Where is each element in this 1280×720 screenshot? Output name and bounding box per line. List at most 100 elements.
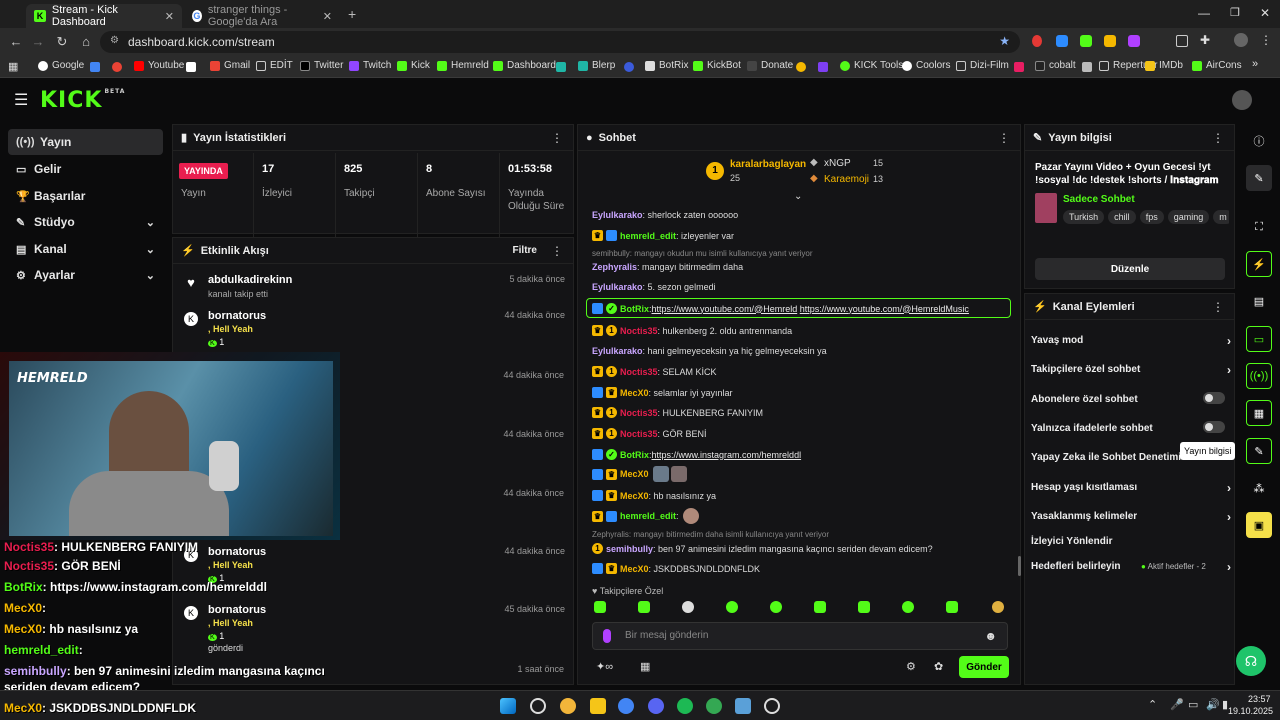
- clipboard-icon[interactable]: ▤: [1246, 288, 1272, 314]
- chat-link[interactable]: https://www.instagram.com/hemrelddl: [652, 450, 802, 460]
- sidebar-item-studyo[interactable]: ✎ Stüdyo ⌄: [8, 209, 163, 235]
- shop-icon[interactable]: ▦: [640, 660, 650, 673]
- menu-hamburger-icon[interactable]: ☰: [14, 90, 28, 110]
- discord-icon[interactable]: [648, 698, 664, 714]
- emote-icon[interactable]: [902, 601, 914, 613]
- windows-start-icon[interactable]: [500, 698, 516, 714]
- emote-icon[interactable]: [594, 601, 606, 613]
- bookmark-kick-tools[interactable]: KICK Tools: [840, 60, 903, 71]
- clip-icon[interactable]: ▣: [1246, 512, 1272, 538]
- extension-icon[interactable]: [1032, 35, 1042, 47]
- search-icon[interactable]: [530, 698, 546, 714]
- kick-logo[interactable]: KICK BETA: [40, 88, 125, 113]
- chat-tools-icon[interactable]: ✦∞: [596, 660, 613, 673]
- clock-date[interactable]: 19.10.2025: [1228, 706, 1273, 716]
- back-icon[interactable]: ←: [8, 34, 24, 50]
- wrench-tool-icon[interactable]: ✎: [1246, 438, 1272, 464]
- bookmark-icon[interactable]: [90, 62, 100, 72]
- kebab-menu-icon[interactable]: ⋮: [998, 131, 1010, 145]
- bookmark-icon[interactable]: [796, 62, 806, 72]
- bookmark-icon[interactable]: [186, 62, 196, 72]
- emote-icon[interactable]: [858, 601, 870, 613]
- bookmark-star-icon[interactable]: ★: [999, 34, 1010, 48]
- action-raid[interactable]: İzleyici Yönlendir: [1031, 536, 1231, 547]
- chat-link[interactable]: https://www.youtube.com/@HemreldMusic: [800, 304, 969, 314]
- close-tab-icon[interactable]: ✕: [323, 10, 332, 23]
- bookmark-icon[interactable]: [624, 62, 634, 72]
- spotify-icon[interactable]: [677, 698, 693, 714]
- apps-grid-icon[interactable]: ▦: [8, 60, 18, 73]
- info-icon[interactable]: ⓘ: [1246, 128, 1272, 154]
- support-chat-icon[interactable]: ☊: [1236, 646, 1266, 676]
- bookmark-icon[interactable]: [818, 62, 828, 72]
- kebab-menu-icon[interactable]: ⋮: [1212, 131, 1224, 145]
- action-banned-words[interactable]: Yasaklanmış kelimeler ›: [1031, 510, 1231, 524]
- chrome-icon[interactable]: [618, 698, 634, 714]
- bookmark-coolors[interactable]: Coolors: [902, 60, 950, 71]
- action-account-age[interactable]: Hesap yaşı kısıtlaması ›: [1031, 481, 1231, 495]
- bookmark-imdb[interactable]: IMDb: [1145, 60, 1183, 71]
- bookmark-botrix[interactable]: BotRix: [645, 60, 688, 71]
- emote-icon[interactable]: [946, 601, 958, 613]
- close-window-icon[interactable]: ✕: [1260, 6, 1270, 20]
- bookmark-kick[interactable]: Kick: [397, 60, 430, 71]
- action-followers-only[interactable]: Takipçilere özel sohbet ›: [1031, 363, 1231, 377]
- bookmark-dashboard[interactable]: Dashboard: [493, 60, 556, 71]
- filter-button[interactable]: Filtre: [513, 245, 537, 256]
- tag[interactable]: m: [1213, 210, 1229, 224]
- expand-icon[interactable]: ⌄: [794, 191, 802, 202]
- mic-tray-icon[interactable]: 🎤: [1170, 698, 1184, 711]
- kebab-menu-icon[interactable]: ⋮: [551, 244, 563, 258]
- site-info-icon[interactable]: ⚙: [110, 35, 119, 46]
- tag[interactable]: fps: [1139, 210, 1164, 224]
- bolt-tool-icon[interactable]: ⚡: [1246, 251, 1272, 277]
- tab-google-search[interactable]: G stranger things - Google'da Ara ✕: [184, 4, 340, 28]
- volume-icon[interactable]: 🔊: [1206, 698, 1220, 711]
- action-slow-mode[interactable]: Yavaş mod ›: [1031, 334, 1231, 348]
- chat-link[interactable]: https://www.youtube.com/@Hemreld: [652, 304, 798, 314]
- forward-icon[interactable]: →: [30, 34, 46, 50]
- bookmark-icon[interactable]: [556, 62, 566, 72]
- browser-menu-icon[interactable]: ⋮: [1260, 33, 1272, 47]
- emote-icon[interactable]: [770, 601, 782, 613]
- mic-icon[interactable]: [603, 629, 611, 643]
- bookmark-gmail[interactable]: Gmail: [210, 60, 250, 71]
- extension-icon[interactable]: [1104, 35, 1116, 47]
- network-icon[interactable]: ▭: [1188, 698, 1198, 711]
- share-icon[interactable]: ⁂: [1246, 475, 1272, 501]
- send-button[interactable]: Gönder: [959, 656, 1009, 678]
- layout-tool-icon[interactable]: ▦: [1246, 400, 1272, 426]
- bookmark-kickbot[interactable]: KickBot: [693, 60, 741, 71]
- bookmark-donate[interactable]: Donate: [747, 60, 793, 71]
- emote-icon[interactable]: [638, 601, 650, 613]
- bookmark-youtube[interactable]: Youtube: [134, 60, 184, 71]
- more-bookmarks-icon[interactable]: »: [1252, 58, 1258, 70]
- emote-icon[interactable]: [992, 601, 1004, 613]
- bookmark-icon[interactable]: [112, 62, 122, 72]
- bookmark-dizi-film[interactable]: Dizi-Film: [956, 60, 1009, 71]
- close-tab-icon[interactable]: ✕: [165, 10, 174, 23]
- sidebar-item-gelir[interactable]: ▭ Gelir: [8, 156, 163, 182]
- tag[interactable]: chill: [1108, 210, 1136, 224]
- chrome-icon[interactable]: [706, 698, 722, 714]
- profile-avatar-icon[interactable]: [1234, 33, 1248, 47]
- toggle-switch[interactable]: [1203, 392, 1225, 404]
- bookmark-icon[interactable]: [1082, 62, 1092, 72]
- tab-kick-dashboard[interactable]: K Stream - Kick Dashboard ✕: [26, 4, 182, 28]
- maximize-icon[interactable]: ❐: [1230, 6, 1240, 19]
- bookmark-cobalt[interactable]: cobalt: [1035, 60, 1076, 71]
- sidebar-item-basarilar[interactable]: 🏆 Başarılar: [8, 183, 163, 209]
- file-explorer-icon[interactable]: [590, 698, 606, 714]
- emote-icon[interactable]: [682, 601, 694, 613]
- new-tab-icon[interactable]: +: [348, 6, 356, 22]
- extension-icon[interactable]: [1080, 35, 1092, 47]
- chat-settings-icon[interactable]: ⚙: [906, 660, 916, 673]
- chrome-icon[interactable]: [560, 698, 576, 714]
- sidebar-item-yayin[interactable]: ((•)) Yayın: [8, 129, 163, 155]
- chat-scrollbar[interactable]: [1018, 556, 1021, 576]
- bookmark-google[interactable]: Google: [38, 60, 84, 71]
- bookmark-twitter[interactable]: Twitter: [300, 60, 343, 71]
- extension-icon[interactable]: [1056, 35, 1068, 47]
- kebab-menu-icon[interactable]: ⋮: [551, 131, 563, 145]
- bookmark-twitch[interactable]: Twitch: [349, 60, 391, 71]
